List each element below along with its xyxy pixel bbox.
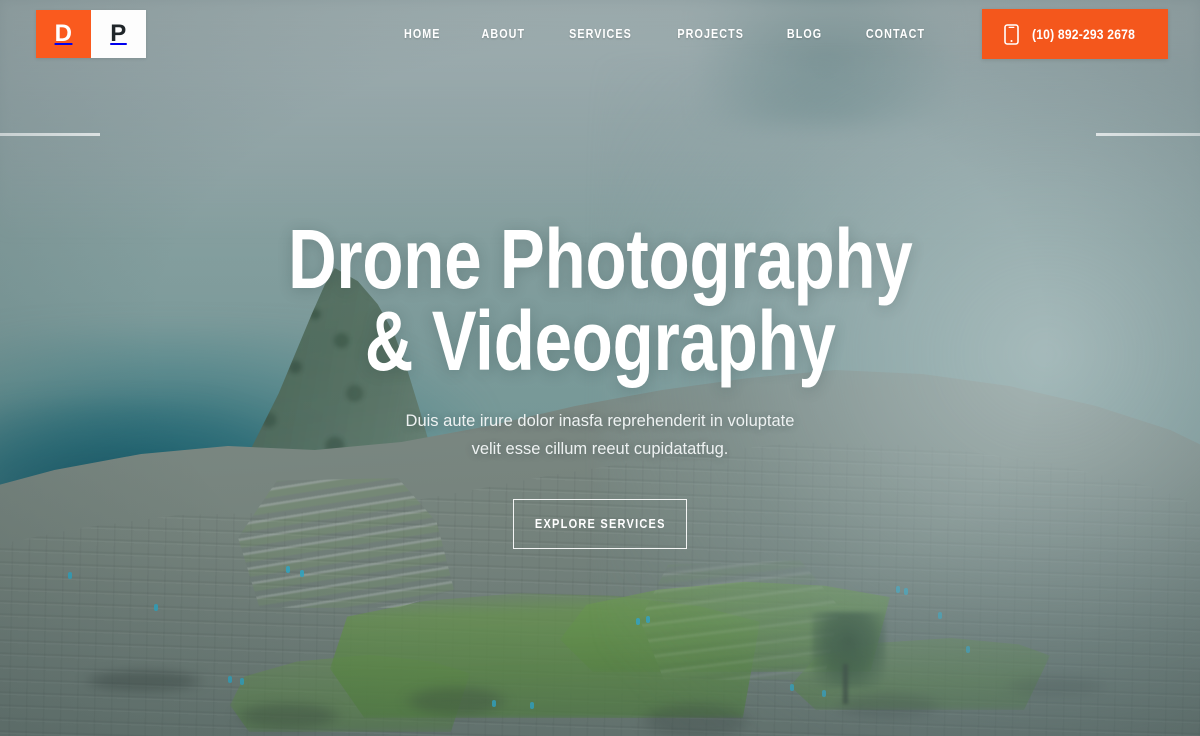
hero-subtitle: Duis aute irure dolor inasfa reprehender… <box>406 407 795 464</box>
nav-item-about[interactable]: ABOUT <box>482 27 526 41</box>
logo-letter-p: P <box>91 10 146 58</box>
logo-letter-d: D <box>36 10 91 58</box>
site-logo[interactable]: D P <box>36 10 146 58</box>
main-navigation: HOME ABOUT SERVICES PROJECTS BLOG CONTAC… <box>401 27 930 41</box>
nav-item-blog[interactable]: BLOG <box>787 27 822 41</box>
explore-services-label: EXPLORE SERVICES <box>534 517 666 532</box>
mobile-phone-icon <box>1003 23 1019 45</box>
hero-stage: D P HOME ABOUT SERVICES PROJECTS BLOG CO… <box>0 0 1200 736</box>
slider-next-arrow[interactable] <box>1096 133 1200 136</box>
phone-number-label: (10) 892-293 2678 <box>1031 26 1135 42</box>
phone-call-button[interactable]: (10) 892-293 2678 <box>981 9 1168 59</box>
explore-services-button[interactable]: EXPLORE SERVICES <box>513 499 687 550</box>
hero-subtitle-line-2: velit esse cillum reeut cupidatatfug. <box>471 440 729 458</box>
hero-subtitle-line-1: Duis aute irure dolor inasfa reprehender… <box>405 411 795 430</box>
nav-item-projects[interactable]: PROJECTS <box>677 27 744 41</box>
hero-heading-line-1: Drone Photography <box>287 212 913 306</box>
nav-item-home[interactable]: HOME <box>404 27 441 41</box>
nav-item-contact[interactable]: CONTACT <box>865 27 924 41</box>
hero-heading-line-2: & Videography <box>364 294 836 389</box>
slider-prev-arrow[interactable] <box>0 133 100 136</box>
nav-item-services[interactable]: SERVICES <box>569 27 632 41</box>
hero-heading: Drone Photography & Videography <box>288 217 913 389</box>
site-header: D P HOME ABOUT SERVICES PROJECTS BLOG CO… <box>0 0 1200 68</box>
